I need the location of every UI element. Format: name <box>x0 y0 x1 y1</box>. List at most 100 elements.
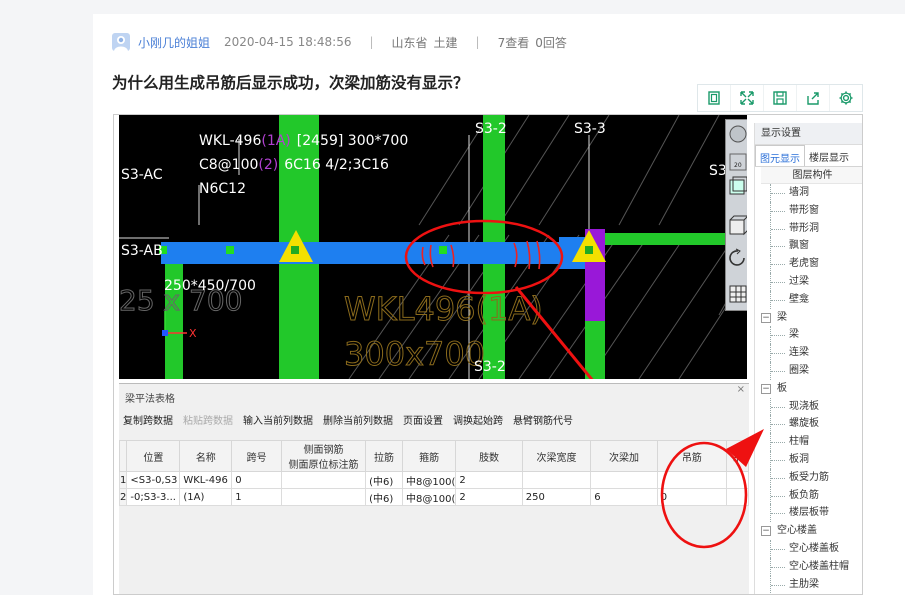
share-icon <box>807 92 819 105</box>
header-secondary-width[interactable]: 次梁宽度 <box>521 440 592 472</box>
avatar[interactable] <box>112 33 130 51</box>
layer-component-header: 图层构件 <box>761 167 862 184</box>
tree-item-label: 楼层板带 <box>789 507 829 519</box>
settings-button[interactable] <box>830 85 862 111</box>
table-action-button[interactable]: 复制跨数据 <box>123 412 173 432</box>
tree-item-label: 板 <box>777 382 787 394</box>
red-circle-annotation <box>660 429 764 549</box>
cell-stirrup[interactable]: 中8@100( <box>401 488 457 506</box>
fit-button[interactable] <box>698 85 731 111</box>
svg-text:C8@100(2)6C16 4/2;3C16: C8@100(2) 6C16 4/2;3C16 <box>199 157 389 173</box>
tree-item[interactable]: 老虎窗 <box>755 255 862 273</box>
axis-label-s3ab: S3-AB <box>121 243 163 259</box>
table-action-button[interactable]: 删除当前列数据 <box>323 412 393 432</box>
tree-group[interactable]: − 板 <box>755 380 862 398</box>
meta-separator: | <box>369 35 374 49</box>
header-name[interactable]: 名称 <box>179 440 233 472</box>
cad-canvas[interactable]: WKL496(1A) 300x700 25 x 700 WKL-496(1A)[… <box>119 115 747 379</box>
cell-pos[interactable]: -0;S3-3... <box>126 488 181 506</box>
tree-item-label: 板洞 <box>789 453 809 465</box>
tree-connector <box>770 272 771 291</box>
tree-item-label: 主肋梁 <box>789 578 819 590</box>
cell-side[interactable] <box>280 488 367 506</box>
cell-tie[interactable]: (中6) <box>365 488 403 506</box>
tree-item-label: 板负筋 <box>789 489 819 501</box>
header-position[interactable]: 位置 <box>126 440 181 472</box>
tree-item[interactable]: 现浇板 <box>755 397 862 416</box>
image-toolbar <box>697 84 863 112</box>
table-action-button[interactable]: 粘贴跨数据 <box>183 412 233 432</box>
tree-item-label: 老虎窗 <box>789 258 819 270</box>
tree-item[interactable]: 带形窗 <box>755 201 862 220</box>
tree-item[interactable]: 壁龛 <box>755 290 862 309</box>
cad-side-rebar: N6C12 <box>199 181 246 197</box>
tree-item-label: 空心楼盖板 <box>789 542 839 554</box>
question-screenshot[interactable]: WKL496(1A) 300x700 25 x 700 WKL-496(1A)[… <box>113 114 863 595</box>
collapse-toggle-icon[interactable]: − <box>761 312 771 323</box>
cad-beam-name: WKL-496 <box>199 133 261 149</box>
cell-legs[interactable]: 2 <box>455 488 523 506</box>
header-tie[interactable]: 拉筋 <box>365 440 403 472</box>
cell-legs[interactable]: 2 <box>455 471 523 489</box>
cell-name[interactable]: (1A) <box>179 488 233 506</box>
tab-floor-display[interactable]: 楼层显示 <box>805 145 853 166</box>
close-icon[interactable]: × <box>737 384 745 395</box>
tree-item[interactable]: 圈梁 <box>755 361 862 380</box>
header-side-rebar[interactable]: 侧面钢筋 侧面原位标注筋 <box>280 440 367 472</box>
tree-connector <box>770 184 771 202</box>
tree-item-label: 现浇板 <box>789 400 819 412</box>
cell-side[interactable] <box>280 471 367 489</box>
fullscreen-button[interactable] <box>731 85 764 111</box>
tree-connector <box>770 397 771 416</box>
author-link[interactable]: 小刚几的姐姐 <box>138 34 210 51</box>
beam-table-title: 梁平法表格 <box>125 394 175 405</box>
cell-name[interactable]: WKL-496 <box>179 471 233 489</box>
tree-item[interactable]: 连梁 <box>755 344 862 362</box>
tree-item-label: 柱帽 <box>789 436 809 448</box>
cell-sec_width[interactable] <box>521 471 592 489</box>
tree-item-label: 带形窗 <box>789 204 819 216</box>
axis-label-s3ac: S3-AC <box>121 167 163 183</box>
tree-item-label: 墙洞 <box>789 187 809 198</box>
cell-num: 2 <box>118 488 128 506</box>
cad-rebar: 6C16 4/2;3C16 <box>284 157 389 173</box>
table-action-button[interactable]: 调换起始跨 <box>453 412 503 432</box>
tree-item-label: 过梁 <box>789 275 809 287</box>
ucs-x-label: X <box>189 327 197 340</box>
cell-span[interactable]: 1 <box>231 488 282 506</box>
expand-icon <box>740 91 754 105</box>
tree-item[interactable]: 梁 <box>755 326 862 345</box>
tree-connector <box>770 361 771 380</box>
tree-connector <box>770 201 771 220</box>
tree-connector <box>770 290 771 309</box>
table-action-button[interactable]: 页面设置 <box>403 412 443 432</box>
question-title: 为什么用生成吊筋后显示成功，次梁加筋没有显示？ <box>112 74 469 92</box>
tab-element-display[interactable]: 图元显示 <box>755 145 805 166</box>
tree-group[interactable]: − 梁 <box>755 309 862 327</box>
header-legs[interactable]: 肢数 <box>455 440 523 472</box>
cell-tie[interactable]: (中6) <box>365 471 403 489</box>
cell-pos[interactable]: <S3-0,S3 <box>126 471 181 489</box>
cell-span[interactable]: 0 <box>231 471 282 489</box>
tree-item[interactable]: 墙洞 <box>755 184 862 202</box>
cell-stirrup[interactable]: 中8@100( <box>401 471 457 489</box>
collapse-toggle-icon[interactable]: − <box>761 383 771 394</box>
header-stirrup[interactable]: 箍筋 <box>401 440 457 472</box>
cell-sec_width[interactable]: 250 <box>521 488 592 506</box>
header-span[interactable]: 跨号 <box>231 440 282 472</box>
tree-item-label: 板受力筋 <box>789 471 829 483</box>
share-button[interactable] <box>797 85 830 111</box>
tree-item-label: 连梁 <box>789 347 809 359</box>
tree-item-label: 空心楼盖 <box>777 525 817 537</box>
tree-item[interactable]: 飘窗 <box>755 237 862 256</box>
header-rownum <box>118 440 128 472</box>
table-action-button[interactable]: 悬臂钢筋代号 <box>513 412 573 432</box>
tree-item[interactable]: 带形洞 <box>755 219 862 238</box>
orbit-icon <box>729 125 747 143</box>
tree-item[interactable]: 过梁 <box>755 272 862 291</box>
table-action-button[interactable]: 输入当前列数据 <box>243 412 313 432</box>
save-button[interactable] <box>764 85 797 111</box>
tree-connector <box>770 326 771 345</box>
tree-item-label: 螺旋板 <box>789 418 819 430</box>
cad-ghost-label-2: 300x700 <box>344 335 485 373</box>
